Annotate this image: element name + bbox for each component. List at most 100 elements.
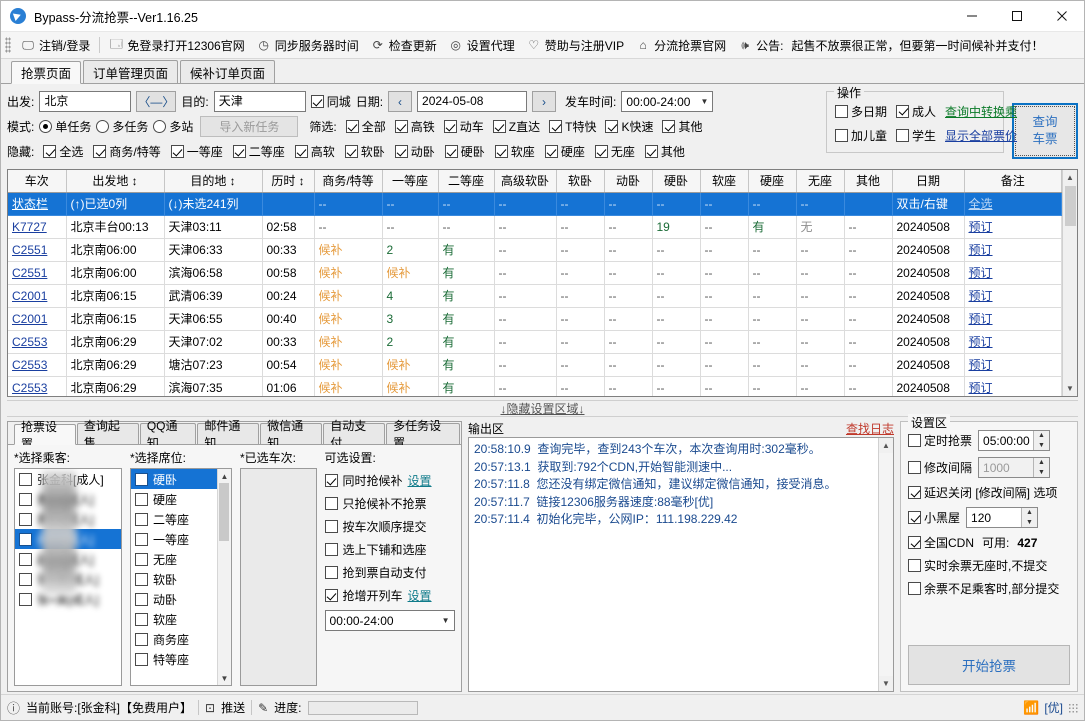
tab-waitlist-order[interactable]: 候补订单页面	[180, 60, 276, 83]
cell-book[interactable]: 预订	[964, 353, 1062, 377]
option-choose-berth-seat[interactable]: 选上下铺和选座	[324, 541, 456, 558]
tab-order-management[interactable]: 订单管理页面	[83, 60, 179, 83]
spinner-arrows[interactable]: ▲ ▼	[1033, 431, 1050, 451]
subtab-wechat-notify[interactable]: 微信通知	[260, 419, 323, 450]
toolbar-item-sponsor-vip[interactable]: ♡ 赞助与注册VIP	[521, 34, 630, 56]
find-log-link[interactable]: 查找日志	[846, 420, 894, 437]
subtab-ticket-settings[interactable]: 抢票设置	[14, 420, 76, 451]
hide-dongwo[interactable]: 动卧	[394, 143, 435, 160]
seat-list-item[interactable]: 一等座	[131, 529, 217, 549]
col-hard-sleeper[interactable]: 硬卧	[652, 170, 701, 193]
checkbox-box[interactable]	[134, 652, 148, 666]
swap-stations-button[interactable]: 〈—〉	[136, 91, 177, 112]
checkbox-box[interactable]	[19, 532, 32, 546]
filter-dongche[interactable]: 动车	[443, 118, 484, 135]
hide-soft-seat[interactable]: 软座	[494, 143, 535, 160]
cell-book[interactable]: 预订	[964, 330, 1062, 354]
subtab-query-onsale[interactable]: 查询起售	[76, 419, 139, 450]
status-row[interactable]: 状态栏 (↑)已选0列 (↓)未选241列 -- -- -- -- -- -- …	[8, 192, 1062, 216]
filter-k[interactable]: K快速	[605, 118, 653, 135]
interval-input[interactable]: 1000 ▲ ▼	[978, 457, 1051, 478]
table-row[interactable]: C2553 北京南06:29 塘沽07:23 00:54 候补 候补有 -- -- -- -- --…	[8, 353, 1062, 377]
col-business[interactable]: 商务/特等	[314, 170, 383, 193]
hide-all[interactable]: 全选	[43, 143, 83, 160]
transfer-query-link[interactable]: 查询中转换乘	[945, 103, 1017, 120]
scrollbar-thumb[interactable]	[219, 483, 230, 541]
import-task-button[interactable]: 导入新任务	[200, 116, 299, 137]
seat-list-item[interactable]: 硬座	[131, 489, 217, 509]
interval-checkbox[interactable]: 修改间隔	[908, 459, 972, 476]
filter-z[interactable]: Z直达	[492, 118, 540, 135]
multi-date-checkbox[interactable]: 多日期	[835, 103, 887, 120]
col-date[interactable]: 日期	[892, 170, 965, 193]
mode-radio-single[interactable]: 单任务	[39, 118, 91, 135]
seat-list-item[interactable]: 硬卧	[130, 469, 217, 489]
cell-train[interactable]: C2551	[8, 238, 67, 262]
adult-checkbox[interactable]: 成人	[896, 103, 936, 120]
seat-list-scrollbar[interactable]: ▲ ▼	[216, 469, 231, 685]
filter-gaotie[interactable]: 高铁	[394, 118, 435, 135]
seat-list-item[interactable]: 特等座	[131, 649, 217, 669]
checkbox-box[interactable]	[134, 572, 148, 586]
col-soft-sleeper[interactable]: 软卧	[556, 170, 605, 193]
checkbox-box[interactable]	[19, 512, 32, 526]
col-to[interactable]: 目的地 ↕	[164, 170, 263, 193]
passenger-list-item[interactable]: 张×香[成人]	[15, 569, 121, 589]
seat-list-item[interactable]: 二等座	[131, 509, 217, 529]
passenger-list-item[interactable]: 向××[成人]	[15, 529, 121, 549]
toolbar-item-official-site[interactable]: ⌂ 分流抢票官网	[630, 34, 732, 56]
no-seat-no-submit-checkbox[interactable]: 实时余票无座时,不提交	[908, 557, 1070, 574]
add-child-checkbox[interactable]: 加儿童	[835, 127, 887, 144]
blackroom-input[interactable]: 120 ▲ ▼	[966, 507, 1039, 528]
resize-grip[interactable]	[1068, 702, 1078, 713]
cell-book[interactable]: 预订	[964, 238, 1062, 262]
hide-other[interactable]: 其他	[644, 143, 685, 160]
option-auto-pay[interactable]: 抢到票自动支付	[324, 564, 456, 581]
to-station-input[interactable]: 天津	[213, 91, 306, 112]
table-row[interactable]: C2551 北京南06:00 天津06:33 00:33 候补 2 有 -- -- -- -- -- -…	[8, 238, 1062, 262]
col-premium-soft-sleeper[interactable]: 高级软卧	[494, 170, 557, 193]
spin-down-icon[interactable]: ▼	[1034, 441, 1049, 451]
cell-train[interactable]: K7727	[8, 215, 67, 239]
cell-book[interactable]: 预订	[964, 284, 1062, 308]
cell-book[interactable]: 预订	[964, 376, 1062, 396]
scrollbar-track[interactable]	[879, 453, 893, 676]
checkbox-box[interactable]	[19, 472, 32, 486]
col-soft-seat[interactable]: 软座	[700, 170, 749, 193]
checkbox-box[interactable]	[134, 472, 148, 486]
output-scrollbar[interactable]: ▲ ▼	[878, 438, 893, 691]
subtab-qq-notify[interactable]: QQ通知	[139, 419, 197, 450]
timed-grab-checkbox[interactable]: 定时抢票	[908, 432, 972, 449]
spinner-arrows[interactable]: ▲ ▼	[1021, 508, 1038, 527]
hide-business[interactable]: 商务/特等	[93, 143, 161, 160]
checkbox-box[interactable]	[19, 592, 32, 606]
option-extra-train[interactable]: 抢增开列车 设置	[324, 587, 456, 604]
checkbox-box[interactable]	[134, 592, 148, 606]
checkbox-box[interactable]	[134, 612, 148, 626]
date-input[interactable]: 2024-05-08	[417, 91, 528, 112]
col-dongwo[interactable]: 动卧	[604, 170, 653, 193]
cell-train[interactable]: C2553	[8, 353, 67, 377]
checkbox-box[interactable]	[134, 632, 148, 646]
col-duration[interactable]: 历时 ↕	[262, 170, 315, 193]
start-grab-button[interactable]: 开始抢票	[908, 645, 1070, 685]
col-other[interactable]: 其他	[844, 170, 893, 193]
scroll-down-icon[interactable]: ▼	[1063, 381, 1077, 396]
table-row[interactable]: C2001 北京南06:15 天津06:55 00:40 候补 3 有 -- -- -- -- -- -…	[8, 307, 1062, 331]
scrollbar-thumb[interactable]	[1064, 186, 1076, 226]
minimize-button[interactable]	[949, 1, 994, 32]
checkbox-box[interactable]	[19, 572, 32, 586]
passenger-list-item[interactable]: 张金科[成人]	[15, 469, 121, 489]
scroll-down-icon[interactable]: ▼	[879, 676, 893, 691]
filter-all[interactable]: 全部	[345, 118, 386, 135]
spinner-arrows[interactable]: ▲ ▼	[1033, 458, 1050, 477]
scroll-down-icon[interactable]: ▼	[218, 671, 231, 685]
col-second-class[interactable]: 二等座	[438, 170, 495, 193]
seat-list-item[interactable]: 无座	[131, 549, 217, 569]
seat-list-item[interactable]: 软卧	[131, 569, 217, 589]
seat-listbox[interactable]: 硬卧 硬座 二等座 一等座 无座 软卧 动卧 软座 商务座 特等座 ▲ ▼	[129, 468, 232, 686]
hide-hard-seat[interactable]: 硬座	[544, 143, 585, 160]
query-ticket-button[interactable]: 查询 车票	[1012, 103, 1078, 159]
depart-time-select[interactable]: 00:00-24:00 ▼	[621, 91, 714, 112]
cell-train[interactable]: C2553	[8, 330, 67, 354]
